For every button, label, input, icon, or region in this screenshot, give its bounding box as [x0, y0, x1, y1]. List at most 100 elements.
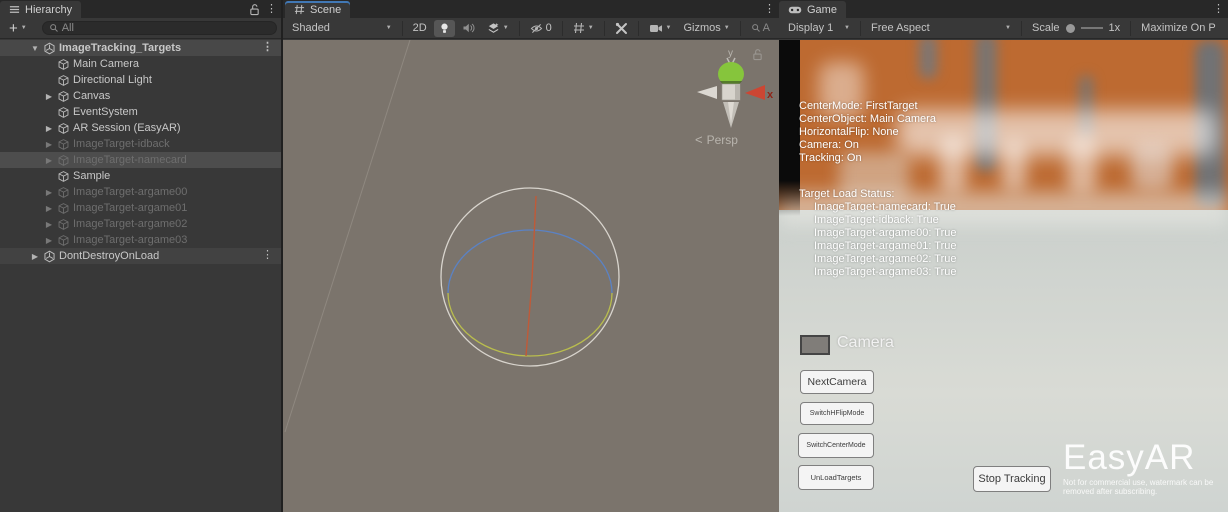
- video-camera-icon: [649, 23, 663, 34]
- projection-mode-label[interactable]: < Persp: [695, 132, 738, 147]
- speaker-icon: [462, 22, 475, 34]
- next-camera-button[interactable]: NextCamera: [800, 370, 874, 394]
- foldout-closed-icon[interactable]: ▶: [42, 204, 56, 213]
- chevron-down-icon: ▼: [844, 25, 850, 31]
- tab-game[interactable]: Game: [779, 1, 846, 18]
- hierarchy-item-imagetarget-idback[interactable]: ▶ ImageTarget-idback: [0, 136, 281, 152]
- horizontal-flip-line: HorizontalFlip: None: [799, 126, 936, 139]
- hierarchy-search-input[interactable]: All: [42, 21, 277, 35]
- foldout-open-icon[interactable]: ▼: [28, 44, 42, 53]
- lock-open-icon[interactable]: [752, 48, 763, 61]
- foldout-closed-icon[interactable]: ▶: [42, 220, 56, 229]
- foldout-closed-icon[interactable]: ▶: [42, 156, 56, 165]
- hierarchy-item-imagetarget-namecard[interactable]: ▶ ImageTarget-namecard: [0, 152, 281, 168]
- gizmos-dropdown[interactable]: Gizmos ▼: [678, 20, 734, 37]
- cube-icon: [56, 186, 71, 199]
- target-status-line: ImageTarget-namecard: True: [814, 201, 956, 214]
- grid-icon: [294, 4, 305, 15]
- plus-icon: +: [9, 22, 18, 35]
- cube-icon: [56, 138, 71, 151]
- hierarchy-item-eventsystem[interactable]: EventSystem: [0, 104, 281, 120]
- lightbulb-icon: [439, 22, 450, 35]
- foldout-closed-icon[interactable]: ▶: [28, 252, 42, 261]
- chevron-down-icon: ▼: [666, 25, 672, 31]
- target-status-line: ImageTarget-argame01: True: [814, 240, 956, 253]
- scale-slider[interactable]: Scale 1x: [1027, 20, 1125, 37]
- camera-label: Camera: [837, 334, 894, 352]
- center-mode-line: CenterMode: FirstTarget: [799, 100, 936, 113]
- hierarchy-item-imagetarget-argame02[interactable]: ▶ ImageTarget-argame02: [0, 216, 281, 232]
- effects-layers-icon: [487, 22, 500, 35]
- toggle-2d-button[interactable]: 2D: [408, 20, 432, 37]
- game-panel: Game ⋮ Display 1 ▼ Free Aspect ▼ Scale 1…: [779, 0, 1228, 512]
- foldout-closed-icon[interactable]: ▶: [42, 236, 56, 245]
- hierarchy-item-canvas[interactable]: ▶ Canvas: [0, 88, 281, 104]
- hierarchy-item-imagetarget-argame01[interactable]: ▶ ImageTarget-argame01: [0, 200, 281, 216]
- tools-icon: [615, 22, 628, 35]
- lock-open-icon[interactable]: [249, 3, 260, 16]
- unload-targets-button[interactable]: UnLoadTargets: [798, 465, 874, 490]
- cube-icon: [56, 202, 71, 215]
- scene-effects-dropdown[interactable]: ▼: [482, 20, 514, 37]
- switch-hflip-mode-button[interactable]: SwitchHFlipMode: [800, 402, 874, 425]
- cube-icon: [56, 106, 71, 119]
- scene-row-dontdestroyonload[interactable]: ▶ DontDestroyOnLoad ⋮: [0, 248, 281, 264]
- hierarchy-item-directional-light[interactable]: Directional Light: [0, 72, 281, 88]
- target-load-status-overlay: Target Load Status: ImageTarget-namecard…: [799, 188, 956, 279]
- hierarchy-item-imagetarget-argame00[interactable]: ▶ ImageTarget-argame00: [0, 184, 281, 200]
- unity-scene-icon: [42, 250, 57, 263]
- scene-search-input[interactable]: A: [746, 20, 775, 37]
- scene-row-imagetracking-targets[interactable]: ▼ ImageTracking_Targets ⋮: [0, 40, 281, 56]
- camera-toggle[interactable]: [800, 335, 830, 355]
- kebab-menu-icon[interactable]: ⋮: [764, 4, 775, 15]
- hierarchy-toolbar: + ▼ All: [0, 18, 281, 39]
- foldout-closed-icon[interactable]: ▶: [42, 92, 56, 101]
- easyar-watermark: EasyAR Not for commercial use, watermark…: [1063, 440, 1215, 496]
- scene-kebab-icon[interactable]: ⋮: [262, 250, 273, 261]
- add-object-button[interactable]: + ▼: [4, 20, 32, 37]
- kebab-menu-icon[interactable]: ⋮: [1213, 4, 1224, 15]
- scene-camera-dropdown[interactable]: ▼: [644, 20, 677, 37]
- center-object-line: CenterObject: Main Camera: [799, 113, 936, 126]
- watermark-subtitle: Not for commercial use, watermark can be…: [1063, 479, 1215, 496]
- scene-panel: Scene ⋮ Shaded ▼ 2D ▼: [283, 0, 779, 512]
- stop-tracking-button[interactable]: Stop Tracking: [973, 466, 1051, 492]
- maximize-on-play-button[interactable]: Maximize On P: [1136, 20, 1221, 37]
- component-tools-button[interactable]: [610, 20, 633, 37]
- tab-scene-label: Scene: [310, 4, 341, 16]
- scene-lighting-button[interactable]: [434, 20, 455, 37]
- target-status-line: ImageTarget-argame02: True: [814, 253, 956, 266]
- kebab-menu-icon[interactable]: ⋮: [266, 4, 277, 15]
- camera-state-line: Camera: On: [799, 139, 936, 152]
- hierarchy-item-main-camera[interactable]: Main Camera: [0, 56, 281, 72]
- tab-scene[interactable]: Scene: [285, 1, 350, 18]
- scene-name: ImageTracking_Targets: [57, 42, 181, 54]
- shading-mode-dropdown[interactable]: Shaded ▼: [287, 20, 397, 37]
- game-toolbar: Display 1 ▼ Free Aspect ▼ Scale 1x Maxim…: [779, 18, 1228, 39]
- hidden-objects-button[interactable]: 0: [525, 20, 557, 37]
- scene-kebab-icon[interactable]: ⋮: [262, 42, 273, 53]
- display-dropdown[interactable]: Display 1 ▼: [783, 20, 855, 37]
- cube-icon: [56, 234, 71, 247]
- hierarchy-item-sample[interactable]: Sample: [0, 168, 281, 184]
- scene-audio-button[interactable]: [457, 20, 480, 37]
- target-status-line: ImageTarget-argame03: True: [814, 266, 956, 279]
- hierarchy-item-ar-session[interactable]: ▶ AR Session (EasyAR): [0, 120, 281, 136]
- foldout-closed-icon[interactable]: ▶: [42, 124, 56, 133]
- cube-icon: [56, 122, 71, 135]
- foldout-closed-icon[interactable]: ▶: [42, 188, 56, 197]
- tab-hierarchy[interactable]: Hierarchy: [0, 1, 81, 18]
- switch-center-mode-button[interactable]: SwitchCenterMode: [798, 433, 874, 458]
- aspect-ratio-dropdown[interactable]: Free Aspect ▼: [866, 20, 1016, 37]
- scene-viewport[interactable]: y x < Persp: [283, 40, 779, 512]
- hierarchy-item-imagetarget-argame03[interactable]: ▶ ImageTarget-argame03: [0, 232, 281, 248]
- unity-scene-icon: [42, 42, 57, 55]
- grid-visibility-dropdown[interactable]: ▼: [568, 20, 599, 37]
- eye-off-icon: [530, 23, 543, 34]
- foldout-closed-icon[interactable]: ▶: [42, 140, 56, 149]
- chevron-down-icon: ▼: [724, 25, 730, 31]
- search-filter-label: All: [62, 22, 74, 34]
- cube-icon: [56, 154, 71, 167]
- cube-icon: [56, 74, 71, 87]
- slider-knob[interactable]: [1066, 24, 1075, 33]
